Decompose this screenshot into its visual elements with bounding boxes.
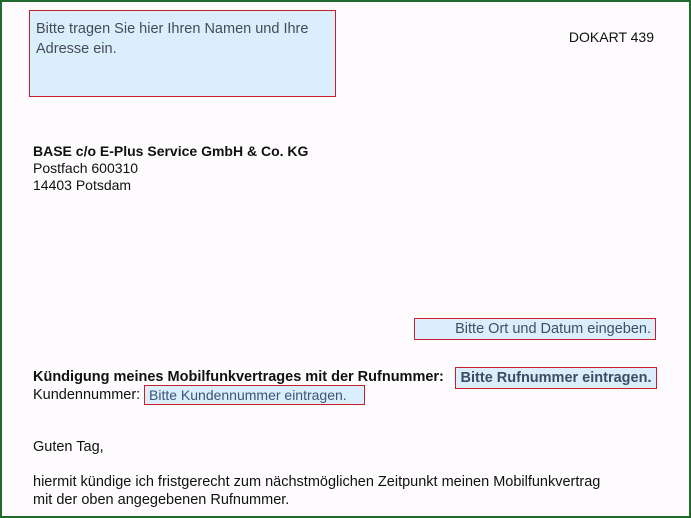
- document-code: DOKART 439: [568, 29, 654, 45]
- letter-body-line: hiermit kündige ich fristgerecht zum näc…: [33, 474, 601, 490]
- recipient-po-box: Postfach 600310: [33, 160, 139, 176]
- letter-body-line: mit der oben angegebenen Rufnummer.: [33, 492, 290, 508]
- sender-name-address-field[interactable]: Bitte tragen Sie hier Ihren Namen und Ih…: [29, 10, 336, 97]
- recipient-address: BASE c/o E-Plus Service GmbH & Co. KG Po…: [33, 143, 308, 194]
- letter-page: Bitte tragen Sie hier Ihren Namen und Ih…: [0, 0, 691, 518]
- subject-line: Kündigung meines Mobilfunkvertrages mit …: [33, 369, 444, 385]
- customer-number-label: Kundennummer:: [33, 387, 141, 403]
- phone-number-field[interactable]: Bitte Rufnummer eintragen.: [455, 367, 657, 389]
- customer-number-field[interactable]: Bitte Kundennummer eintragen.: [144, 385, 365, 405]
- greeting: Guten Tag,: [33, 439, 104, 455]
- letter-body: hiermit kündige ich fristgerecht zum näc…: [33, 473, 673, 509]
- place-date-field[interactable]: Bitte Ort und Datum eingeben.: [414, 318, 656, 340]
- recipient-city: 14403 Potsdam: [33, 177, 132, 193]
- recipient-company: BASE c/o E-Plus Service GmbH & Co. KG: [33, 143, 309, 159]
